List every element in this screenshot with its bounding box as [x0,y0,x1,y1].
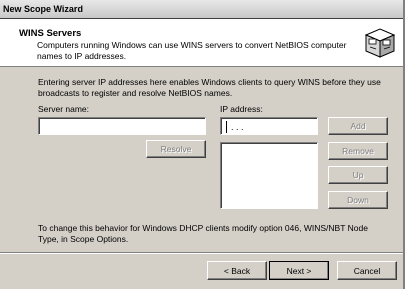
wins-server-list[interactable] [220,142,318,209]
page-title: WINS Servers [19,28,82,39]
wizard-computers-icon [360,25,398,61]
up-button[interactable]: Up [328,166,388,184]
remove-button[interactable]: Remove [328,142,388,160]
next-button[interactable]: Next > [269,261,329,280]
window-title: New Scope Wizard [3,4,83,14]
footer-note: To change this behavior for Windows DHCP… [38,223,368,244]
page-subtitle: Computers running Windows can use WINS s… [37,40,347,61]
server-name-label: Server name: [38,104,90,114]
title-bar: New Scope Wizard [0,0,403,19]
resolve-button[interactable]: Resolve [146,140,206,158]
ip-address-value: . . . [231,122,244,132]
text-caret [226,121,227,133]
add-button[interactable]: Add [328,117,388,135]
ip-address-label: IP address: [220,104,263,114]
cancel-button[interactable]: Cancel [337,261,397,280]
down-button[interactable]: Down [328,191,388,209]
footer-divider [0,252,403,254]
wizard-header: WINS Servers Computers running Windows c… [0,19,403,67]
ip-address-input[interactable]: . . . [220,117,318,135]
back-button[interactable]: < Back [207,261,267,280]
intro-text: Entering server IP addresses here enable… [38,77,381,98]
wizard-window: New Scope Wizard WINS Servers Computers … [0,0,405,289]
server-name-input[interactable] [38,117,206,135]
